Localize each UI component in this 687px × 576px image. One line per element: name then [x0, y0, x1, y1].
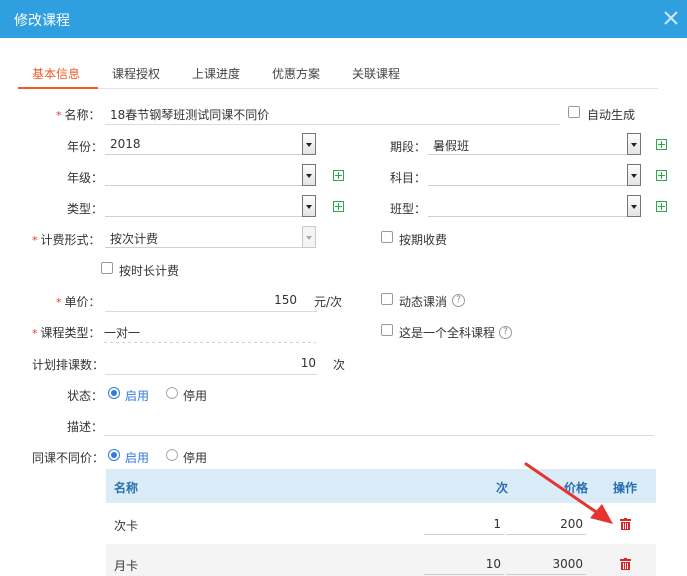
tab-related-courses[interactable]: 关联课程: [352, 65, 400, 82]
tab-bar: 基本信息 课程授权 上课进度 优惠方案 关联课程: [18, 61, 658, 89]
diff-price-disabled-label: 停用: [183, 451, 208, 465]
name-label: * 名称：: [56, 108, 101, 122]
description-label: 描述：: [67, 420, 104, 434]
category-select[interactable]: [105, 195, 316, 217]
chevron-down-icon: [302, 226, 316, 248]
chevron-down-icon[interactable]: [627, 195, 641, 217]
required-mark: *: [32, 327, 38, 340]
add-category-icon[interactable]: [333, 201, 344, 212]
diff-price-enabled-radio[interactable]: [108, 449, 120, 461]
subject-label: 科目：: [390, 171, 427, 185]
row-count-input[interactable]: 10: [424, 555, 504, 575]
row-name: 月卡: [114, 559, 139, 573]
close-icon[interactable]: [662, 9, 680, 27]
plan-count-underline: [105, 374, 317, 375]
plan-count-input[interactable]: 10: [105, 356, 316, 370]
tab-course-authorization[interactable]: 课程授权: [112, 65, 160, 82]
required-mark: *: [32, 234, 38, 247]
grade-label: 年级：: [67, 171, 104, 185]
class-type-select[interactable]: [428, 195, 641, 217]
subject-select[interactable]: [428, 164, 641, 186]
plan-count-label: 计划排课数：: [32, 358, 105, 372]
status-disabled-radio[interactable]: [166, 387, 178, 399]
dynamic-cancel-checkbox[interactable]: [381, 293, 393, 305]
tab-discount-plans[interactable]: 优惠方案: [272, 65, 320, 82]
column-header-name: 名称: [114, 481, 139, 495]
row-count-input[interactable]: 1: [424, 515, 504, 535]
add-term-icon[interactable]: [656, 139, 667, 150]
active-tab-indicator: [18, 87, 98, 89]
chevron-down-icon[interactable]: [627, 164, 641, 186]
term-select[interactable]: 暑假班: [428, 133, 641, 155]
year-select[interactable]: 2018: [105, 133, 316, 155]
year-label: 年份：: [67, 140, 104, 154]
price-input-underline: [105, 311, 317, 312]
year-select-value: 2018: [110, 137, 141, 151]
course-type-underline: [104, 342, 316, 343]
diff-price-label: 同课不同价：: [32, 451, 105, 465]
table-row: 月卡 10 3000: [106, 544, 656, 576]
course-type-value[interactable]: 一对一: [104, 324, 140, 341]
add-subject-icon[interactable]: [656, 170, 667, 181]
description-underline: [104, 435, 654, 436]
term-select-value: 暑假班: [433, 139, 470, 153]
delete-icon[interactable]: [620, 558, 631, 570]
billing-select[interactable]: 按次计费: [105, 226, 316, 248]
price-unit: 元/次: [314, 295, 343, 309]
status-enabled-radio[interactable]: [108, 387, 120, 399]
add-grade-icon[interactable]: [333, 170, 344, 181]
by-hour-checkbox[interactable]: [101, 262, 113, 274]
price-label: * 单价：: [56, 295, 101, 309]
dynamic-cancel-label: 动态课消: [399, 295, 448, 309]
delete-icon[interactable]: [620, 518, 631, 530]
chevron-down-icon[interactable]: [302, 195, 316, 217]
class-type-label: 班型：: [390, 202, 427, 216]
tab-basic-info[interactable]: 基本信息: [32, 65, 80, 82]
by-term-label: 按期收费: [399, 233, 448, 247]
full-subject-checkbox[interactable]: [381, 324, 393, 336]
full-subject-label: 这是一个全科课程: [399, 326, 496, 340]
annotation-arrow-icon: [524, 462, 613, 524]
required-mark: *: [56, 296, 62, 309]
name-input-underline: [105, 124, 560, 125]
by-hour-label: 按时长计费: [119, 264, 180, 278]
required-mark: *: [56, 109, 62, 122]
row-name: 次卡: [114, 519, 139, 533]
chevron-down-icon[interactable]: [302, 133, 316, 155]
chevron-down-icon[interactable]: [302, 164, 316, 186]
auto-generate-checkbox[interactable]: [568, 106, 580, 118]
billing-label: * 计费形式：: [32, 233, 101, 247]
tab-class-progress[interactable]: 上课进度: [192, 65, 240, 82]
chevron-down-icon[interactable]: [627, 133, 641, 155]
diff-price-disabled-radio[interactable]: [166, 449, 178, 461]
diff-price-enabled-label: 启用: [125, 451, 150, 465]
help-icon[interactable]: ?: [452, 294, 465, 307]
name-input[interactable]: 18春节钢琴班测试同课不同价: [110, 106, 269, 123]
category-label: 类型：: [67, 202, 104, 216]
dialog-titlebar: 修改课程: [0, 0, 687, 38]
auto-generate-label: 自动生成: [587, 108, 636, 122]
plan-count-unit: 次: [333, 358, 346, 372]
status-disabled-label: 停用: [183, 389, 208, 403]
column-header-count: 次: [496, 481, 509, 495]
billing-select-value: 按次计费: [110, 232, 159, 246]
price-input[interactable]: 150: [105, 293, 297, 307]
course-type-label: * 课程类型：: [32, 326, 101, 340]
grade-select[interactable]: [105, 164, 316, 186]
term-label: 期段：: [390, 140, 427, 154]
row-price-input[interactable]: 3000: [506, 555, 586, 575]
help-icon[interactable]: ?: [499, 326, 512, 339]
status-enabled-label: 启用: [125, 389, 150, 403]
dialog-title: 修改课程: [14, 13, 70, 29]
add-class-type-icon[interactable]: [656, 201, 667, 212]
by-term-checkbox[interactable]: [381, 231, 393, 243]
status-label: 状态：: [67, 389, 104, 403]
